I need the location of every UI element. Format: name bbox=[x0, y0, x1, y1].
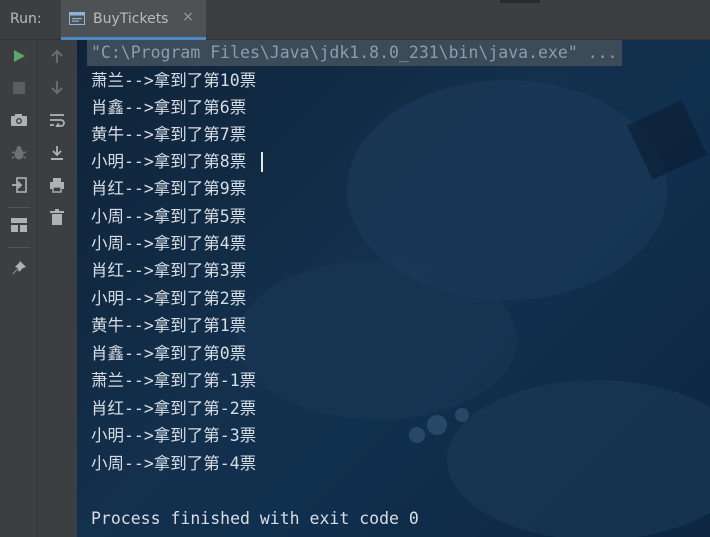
exit-button[interactable] bbox=[0, 170, 38, 200]
output-line: 肖鑫-->拿到了第6票 bbox=[91, 98, 247, 117]
toolbar-separator bbox=[8, 207, 30, 208]
output-line: 小明-->拿到了第2票 bbox=[91, 289, 247, 308]
up-arrow-icon bbox=[51, 49, 63, 63]
close-icon[interactable]: × bbox=[179, 8, 197, 26]
output-line: 萧兰-->拿到了第10票 bbox=[91, 71, 257, 90]
toolbar-separator bbox=[8, 247, 30, 248]
soft-wrap-icon bbox=[50, 114, 65, 127]
stop-icon bbox=[13, 82, 25, 94]
tab-buytickets[interactable]: BuyTickets × bbox=[61, 0, 206, 40]
down-button[interactable] bbox=[38, 73, 76, 103]
debug-icon bbox=[11, 146, 27, 160]
output-line: 小周-->拿到了第4票 bbox=[91, 234, 247, 253]
up-button[interactable] bbox=[38, 41, 76, 71]
process-finished-line: Process finished with exit code 0 bbox=[91, 509, 419, 528]
run-toolbar-header: Run: BuyTickets × bbox=[0, 0, 710, 40]
rerun-button[interactable] bbox=[0, 41, 38, 71]
soft-wrap-button[interactable] bbox=[38, 105, 76, 135]
down-arrow-icon bbox=[51, 81, 63, 95]
scroll-to-end-icon bbox=[51, 146, 63, 160]
dump-threads-button[interactable] bbox=[0, 105, 38, 135]
run-label: Run: bbox=[10, 11, 42, 27]
output-line: 黄牛-->拿到了第1票 bbox=[91, 316, 247, 335]
output-line: 小周-->拿到了第5票 bbox=[91, 207, 247, 226]
output-line: 小周-->拿到了第-4票 bbox=[91, 454, 257, 473]
output-line: 黄牛-->拿到了第7票 bbox=[91, 125, 247, 144]
output-line: 萧兰-->拿到了第-1票 bbox=[91, 371, 257, 390]
print-icon bbox=[50, 178, 64, 193]
clear-all-button[interactable] bbox=[38, 202, 76, 232]
run-toolbar-primary bbox=[0, 40, 38, 537]
command-line: "C:\Program Files\Java\jdk1.8.0_231\bin\… bbox=[87, 40, 622, 66]
output-line: 肖红-->拿到了第3票 bbox=[91, 261, 247, 280]
output-line: 肖鑫-->拿到了第0票 bbox=[91, 344, 247, 363]
stop-button[interactable] bbox=[0, 73, 38, 103]
pin-tab-button[interactable] bbox=[0, 253, 38, 283]
console-output[interactable]: "C:\Program Files\Java\jdk1.8.0_231\bin\… bbox=[77, 40, 710, 537]
print-button[interactable] bbox=[38, 170, 76, 200]
camera-icon bbox=[11, 114, 27, 126]
header-decoration bbox=[470, 0, 550, 6]
trash-icon bbox=[50, 209, 64, 225]
scroll-to-end-button[interactable] bbox=[38, 138, 76, 168]
console-tab-icon bbox=[69, 12, 85, 25]
exit-icon bbox=[12, 177, 27, 193]
run-toolbar-secondary bbox=[38, 40, 77, 537]
output-line: 肖红-->拿到了第-2票 bbox=[91, 399, 257, 418]
layout-icon bbox=[11, 218, 27, 232]
debug-button[interactable] bbox=[0, 138, 38, 168]
output-line: 肖红-->拿到了第9票 bbox=[91, 179, 247, 198]
text-caret bbox=[261, 152, 263, 172]
output-line: 小明-->拿到了第-3票 bbox=[91, 426, 257, 445]
run-icon bbox=[14, 50, 25, 62]
layout-button[interactable] bbox=[0, 210, 38, 240]
tab-title: BuyTickets bbox=[93, 11, 169, 27]
output-line: 小明-->拿到了第8票 bbox=[91, 152, 247, 171]
pin-icon bbox=[12, 261, 26, 275]
